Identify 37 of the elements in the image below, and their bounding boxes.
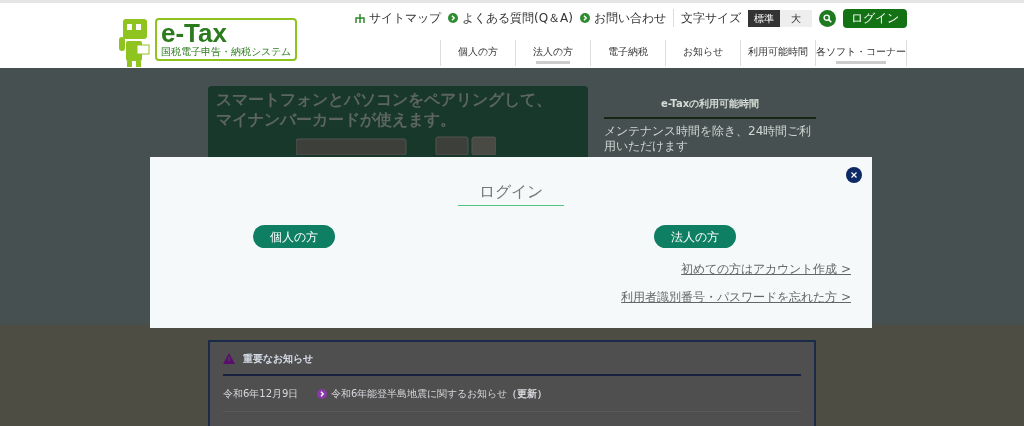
arrow-circle-icon — [447, 13, 458, 23]
login-option-button[interactable]: 法人の方 — [654, 225, 736, 248]
arrow-circle-icon — [580, 13, 590, 23]
banner-text: スマートフォンとパソコンをペアリングして、 — [216, 90, 553, 110]
nav-tab[interactable]: 電子納税 — [590, 40, 665, 66]
login-button[interactable]: ログイン — [843, 8, 907, 28]
dialog-title: ログイン — [458, 181, 564, 206]
logo-title: e-Tax — [161, 20, 228, 46]
availability-text: メンテナンス時間を除き、24時間ご利用いただけます — [604, 124, 813, 154]
sitemap-icon — [354, 13, 365, 23]
search-button[interactable] — [819, 9, 836, 27]
notice-title: 重要なお知らせ — [243, 351, 313, 366]
font-size-option[interactable]: 標準 — [748, 9, 780, 27]
utility-link[interactable]: よくある質問(Q＆A) — [447, 9, 573, 27]
dialog-link[interactable]: 初めての方はアカウント作成 > — [681, 260, 851, 278]
utility-link[interactable]: サイトマップ — [354, 9, 441, 27]
arrow-circle-icon — [317, 388, 327, 399]
close-button[interactable] — [846, 167, 862, 183]
nav-tab[interactable]: 法人の方 — [515, 40, 590, 66]
warning-icon — [223, 352, 235, 364]
font-size-option[interactable]: 大 — [780, 9, 812, 27]
font-size-label: 文字サイズ — [681, 10, 741, 27]
availability-title: e-Taxの利用可能時間 — [604, 96, 816, 119]
mascot-icon — [117, 17, 151, 67]
login-option-button[interactable]: 個人の方 — [253, 225, 335, 248]
close-icon — [851, 172, 857, 178]
notice-link[interactable]: 令和6年能登半島地震に関するお知らせ（更新） — [331, 386, 548, 401]
utility-link[interactable]: お問い合わせ — [580, 9, 666, 27]
nav-tab[interactable]: 個人の方 — [440, 40, 515, 66]
nav-tab[interactable]: 利用可能時間 — [740, 40, 815, 66]
banner-text: マイナンバーカードが使えます。 — [216, 110, 457, 130]
notice-date: 令和6年12月9日 — [223, 387, 300, 401]
nav-tab[interactable]: お知らせ — [665, 40, 740, 66]
dialog-link[interactable]: 利用者識別番号・パスワードを忘れた方 > — [621, 288, 851, 306]
search-icon — [823, 13, 832, 23]
nav-tab[interactable]: 各ソフト・コーナー — [815, 40, 907, 66]
logo-subtitle: 国税電子申告・納税システム — [161, 46, 291, 58]
